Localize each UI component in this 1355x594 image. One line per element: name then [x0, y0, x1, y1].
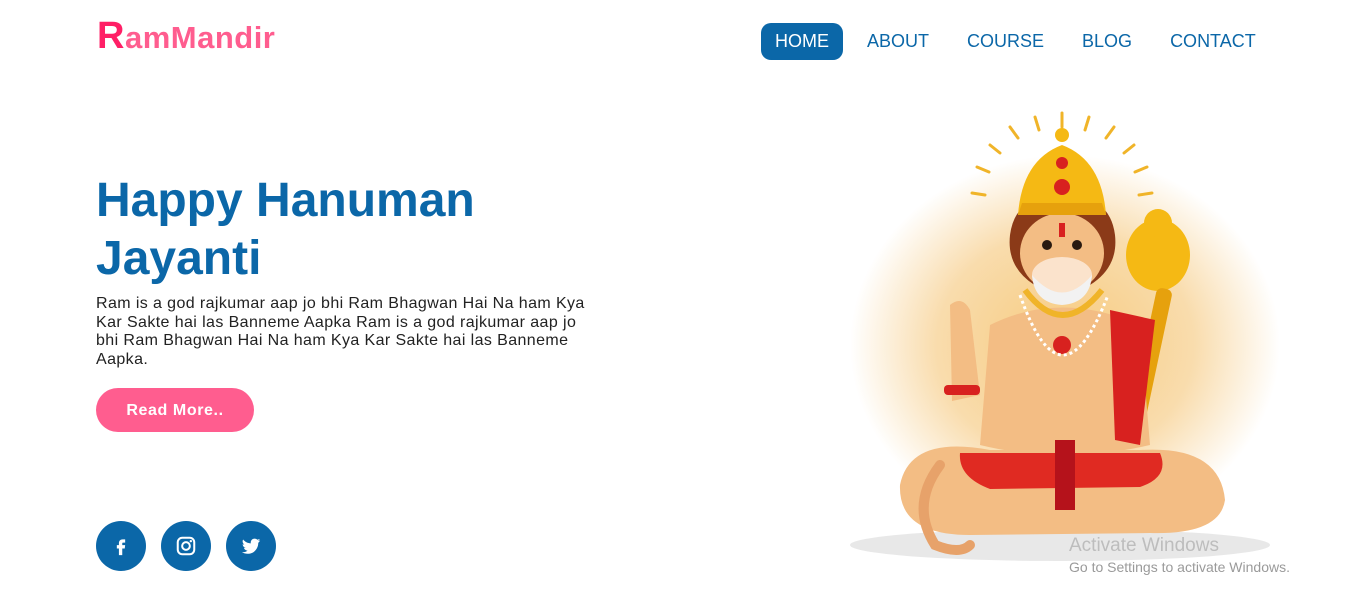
main-nav: HOME ABOUT COURSE BLOG CONTACT: [761, 23, 1280, 60]
instagram-link[interactable]: [161, 521, 211, 571]
facebook-link[interactable]: [96, 521, 146, 571]
nav-course-link[interactable]: COURSE: [953, 23, 1058, 60]
brand-logo[interactable]: RamMandir: [97, 16, 275, 58]
watermark-subtitle: Go to Settings to activate Windows.: [1069, 559, 1290, 575]
hero-description: Ram is a god rajkumar aap jo bhi Ram Bha…: [96, 295, 585, 368]
hanuman-illustration: [850, 111, 1280, 561]
social-links: [96, 521, 291, 571]
nav-contact-link[interactable]: CONTACT: [1156, 23, 1270, 60]
hero-title-line2: Jayanti: [96, 232, 262, 285]
nav-blog-link[interactable]: BLOG: [1068, 23, 1146, 60]
hero-title: Happy Hanuman Jayanti: [96, 172, 616, 288]
hero-title-line1: Happy Hanuman: [96, 174, 475, 227]
read-more-button[interactable]: Read More..: [96, 388, 254, 432]
nav-home-link[interactable]: HOME: [761, 23, 843, 60]
watermark-title: Activate Windows: [1069, 535, 1219, 556]
nav-about-link[interactable]: ABOUT: [853, 23, 943, 60]
logo-text: amMandir: [124, 20, 276, 55]
twitter-link[interactable]: [226, 521, 276, 571]
instagram-icon: [176, 536, 196, 556]
twitter-icon: [241, 538, 261, 554]
windows-activation-watermark: Activate Windows Go to Settings to activ…: [1069, 535, 1290, 577]
logo-initial: R: [97, 15, 125, 57]
facebook-icon: [116, 539, 126, 556]
